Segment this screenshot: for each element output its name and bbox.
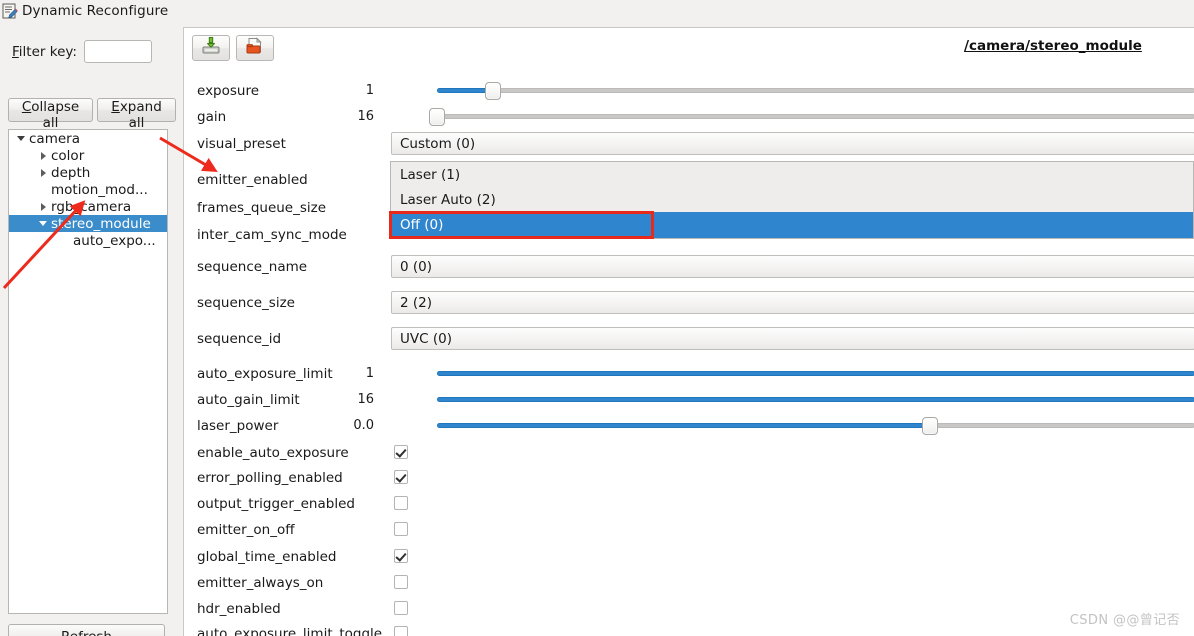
param-label-sequence_id: sequence_id bbox=[197, 331, 282, 347]
checkbox-error_polling_enabled[interactable] bbox=[394, 470, 408, 484]
param-label-auto_exposure_limit_toggle: auto_exposure_limit_toggle bbox=[197, 626, 383, 636]
slider-fill-auto_gain_limit bbox=[437, 397, 1194, 402]
checkbox-auto_exposure_limit_toggle[interactable] bbox=[394, 626, 408, 636]
param-label-emitter_enabled: emitter_enabled bbox=[197, 172, 308, 188]
watermark-text: CSDN @@曾记否 bbox=[1069, 613, 1180, 628]
checkbox-emitter_on_off[interactable] bbox=[394, 522, 408, 536]
tree-item-depth[interactable]: depth bbox=[9, 164, 167, 181]
tree-item-label: depth bbox=[51, 164, 91, 181]
tree-item-camera[interactable]: camera bbox=[9, 130, 167, 147]
param-label-sequence_size: sequence_size bbox=[197, 295, 295, 311]
chevron-right-icon[interactable] bbox=[37, 147, 51, 164]
chevron-right-icon[interactable] bbox=[37, 198, 51, 215]
slider-handle-laser_power[interactable] bbox=[921, 417, 938, 435]
chevron-right-icon[interactable] bbox=[37, 164, 51, 181]
tree-actions: Collapse all Expand all bbox=[8, 98, 176, 131]
slider-fill-auto_exposure_limit bbox=[437, 371, 1194, 376]
param-label-laser_power: laser_power bbox=[197, 418, 279, 434]
open-config-button[interactable] bbox=[236, 35, 274, 61]
combo-value-visual_preset: Custom (0) bbox=[400, 135, 476, 152]
sidebar: Filter key: Collapse all Expand all came… bbox=[0, 22, 176, 636]
param-label-auto_exposure_limit: auto_exposure_limit bbox=[197, 366, 333, 382]
param-label-emitter_always_on: emitter_always_on bbox=[197, 575, 324, 591]
open-folder-icon bbox=[245, 36, 265, 60]
param-label-sequence_name: sequence_name bbox=[197, 259, 308, 275]
emitter-enabled-dropdown-list[interactable]: Laser (1) Laser Auto (2) Off (0) bbox=[390, 161, 1194, 239]
checkbox-global_time_enabled[interactable] bbox=[394, 549, 408, 563]
chevron-down-icon[interactable] bbox=[15, 130, 29, 147]
param-label-inter_cam_sync_mode: inter_cam_sync_mode bbox=[197, 227, 347, 243]
param-label-hdr_enabled: hdr_enabled bbox=[197, 601, 281, 617]
tree-item-motion_mod[interactable]: motion_mod... bbox=[9, 181, 167, 198]
combo-value-sequence_id: UVC (0) bbox=[400, 330, 452, 347]
param-label-error_polling_enabled: error_polling_enabled bbox=[197, 470, 343, 486]
filter-row: Filter key: bbox=[12, 40, 152, 63]
save-config-button[interactable] bbox=[192, 35, 230, 61]
window-titlebar: Dynamic Reconfigure bbox=[0, 0, 1194, 22]
dropdown-option-off0[interactable]: Off (0) bbox=[391, 212, 1193, 238]
slider-track-gain[interactable] bbox=[437, 114, 1194, 119]
slider-handle-gain[interactable] bbox=[429, 108, 445, 126]
param-label-auto_gain_limit: auto_gain_limit bbox=[197, 392, 300, 408]
param-label-frames_queue_size: frames_queue_size bbox=[197, 200, 327, 216]
param-label-exposure: exposure bbox=[197, 83, 260, 99]
checkbox-emitter_always_on[interactable] bbox=[394, 575, 408, 589]
slider-value-gain: 16 bbox=[357, 109, 374, 124]
slider-value-auto_exposure_limit: 1 bbox=[365, 366, 374, 381]
param-label-gain: gain bbox=[197, 109, 227, 125]
param-label-visual_preset: visual_preset bbox=[197, 136, 286, 152]
tree-item-label: motion_mod... bbox=[51, 181, 148, 198]
param-label-enable_auto_exposure: enable_auto_exposure bbox=[197, 445, 349, 461]
expand-all-button[interactable]: Expand all bbox=[97, 98, 176, 131]
checkbox-enable_auto_exposure[interactable] bbox=[394, 445, 408, 459]
tree-item-rgb_camera[interactable]: rgb_camera bbox=[9, 198, 167, 215]
combo-value-sequence_name: 0 (0) bbox=[400, 258, 433, 275]
slider-fill-laser_power bbox=[437, 423, 930, 428]
slider-track-exposure[interactable] bbox=[437, 88, 1194, 93]
chevron-down-icon[interactable] bbox=[37, 215, 51, 232]
filter-key-label: Filter key: bbox=[12, 43, 77, 60]
combo-visual_preset[interactable]: Custom (0) bbox=[391, 132, 1194, 155]
node-path-link[interactable]: /camera/stereo_module bbox=[911, 38, 1194, 54]
slider-handle-exposure[interactable] bbox=[485, 82, 502, 100]
window-title: Dynamic Reconfigure bbox=[22, 3, 169, 19]
slider-value-exposure: 1 bbox=[365, 83, 374, 98]
checkbox-hdr_enabled[interactable] bbox=[394, 601, 408, 615]
editor-toolbar bbox=[192, 35, 274, 61]
tree-item-label: stereo_module bbox=[51, 215, 151, 232]
slider-value-laser_power: 0.0 bbox=[353, 418, 374, 433]
tree-item-label: color bbox=[51, 147, 85, 164]
combo-sequence_id[interactable]: UVC (0) bbox=[391, 327, 1194, 350]
checkbox-output_trigger_enabled[interactable] bbox=[394, 496, 408, 510]
param-label-emitter_on_off: emitter_on_off bbox=[197, 522, 295, 538]
tree-item-color[interactable]: color bbox=[9, 147, 167, 164]
tree-item-label: rgb_camera bbox=[51, 198, 132, 215]
filter-key-input[interactable] bbox=[83, 40, 152, 63]
dropdown-option-laser1[interactable]: Laser (1) bbox=[391, 162, 1193, 187]
parameter-tree[interactable]: camera color depth motion_mod... rgb_camera s… bbox=[8, 129, 168, 614]
save-disk-icon bbox=[201, 36, 221, 60]
slider-value-auto_gain_limit: 16 bbox=[357, 392, 374, 407]
combo-value-sequence_size: 2 (2) bbox=[400, 294, 433, 311]
tree-item-label: camera bbox=[29, 130, 80, 147]
param-label-global_time_enabled: global_time_enabled bbox=[197, 549, 337, 565]
dropdown-option-laserauto2[interactable]: Laser Auto (2) bbox=[391, 187, 1193, 212]
dynamic-reconfigure-window: Dynamic Reconfigure Filter key: Collapse… bbox=[0, 0, 1194, 636]
refresh-button[interactable]: Refresh bbox=[8, 624, 165, 636]
parameter-editor-panel: /camera/stereo_module exposure 1 gain 16 vis… bbox=[183, 27, 1194, 636]
tree-item-label: auto_expo... bbox=[73, 232, 156, 249]
tree-item-auto_expo[interactable]: auto_expo... bbox=[9, 232, 167, 249]
collapse-all-button[interactable]: Collapse all bbox=[8, 98, 94, 131]
combo-sequence_name[interactable]: 0 (0) bbox=[391, 255, 1194, 278]
param-label-output_trigger_enabled: output_trigger_enabled bbox=[197, 496, 355, 512]
combo-sequence_size[interactable]: 2 (2) bbox=[391, 291, 1194, 314]
tree-item-stereo_module[interactable]: stereo_module bbox=[9, 215, 167, 232]
edit-pencil-icon bbox=[2, 3, 18, 19]
